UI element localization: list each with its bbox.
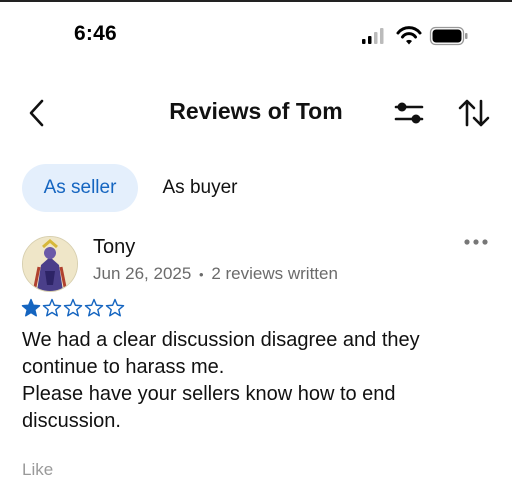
battery-icon	[429, 26, 468, 46]
sort-arrows-icon	[458, 99, 490, 127]
review-line: continue to harass me.	[22, 356, 225, 378]
star-rating	[21, 298, 125, 317]
star-empty-icon	[63, 298, 83, 317]
filter-button[interactable]	[392, 98, 426, 128]
reviews-written-count: 2 reviews written	[211, 264, 338, 283]
status-icons	[362, 26, 468, 46]
ellipsis-icon	[464, 239, 488, 245]
review-line: We had a clear discussion disagree and t…	[22, 329, 420, 351]
like-button[interactable]: Like	[22, 460, 53, 480]
star-empty-icon	[42, 298, 62, 317]
sort-button[interactable]	[456, 96, 492, 130]
review-date: Jun 26, 2025	[93, 264, 192, 283]
sliders-icon	[394, 102, 424, 124]
star-filled-icon	[21, 298, 41, 317]
star-empty-icon	[84, 298, 104, 317]
top-border	[0, 0, 512, 2]
cellular-signal-icon	[362, 28, 384, 44]
wifi-icon	[396, 26, 422, 45]
tab-as-seller[interactable]: As seller	[22, 164, 138, 212]
star-empty-icon	[105, 298, 125, 317]
more-options-button[interactable]	[462, 234, 490, 250]
review-line: discussion.	[22, 410, 121, 432]
avatar-image	[23, 237, 77, 291]
review-meta: Jun 26, 2025 • 2 reviews written	[93, 264, 338, 284]
tab-as-buyer[interactable]: As buyer	[150, 164, 250, 212]
reviewer-name[interactable]: Tony	[93, 236, 135, 259]
page-title: Reviews of Tom	[169, 98, 343, 124]
review-line: Please have your sellers know how to end	[22, 383, 396, 405]
meta-separator: •	[199, 267, 204, 282]
avatar[interactable]	[22, 236, 78, 292]
status-time: 6:46	[74, 22, 117, 45]
review-text: We had a clear discussion disagree and t…	[22, 327, 492, 435]
